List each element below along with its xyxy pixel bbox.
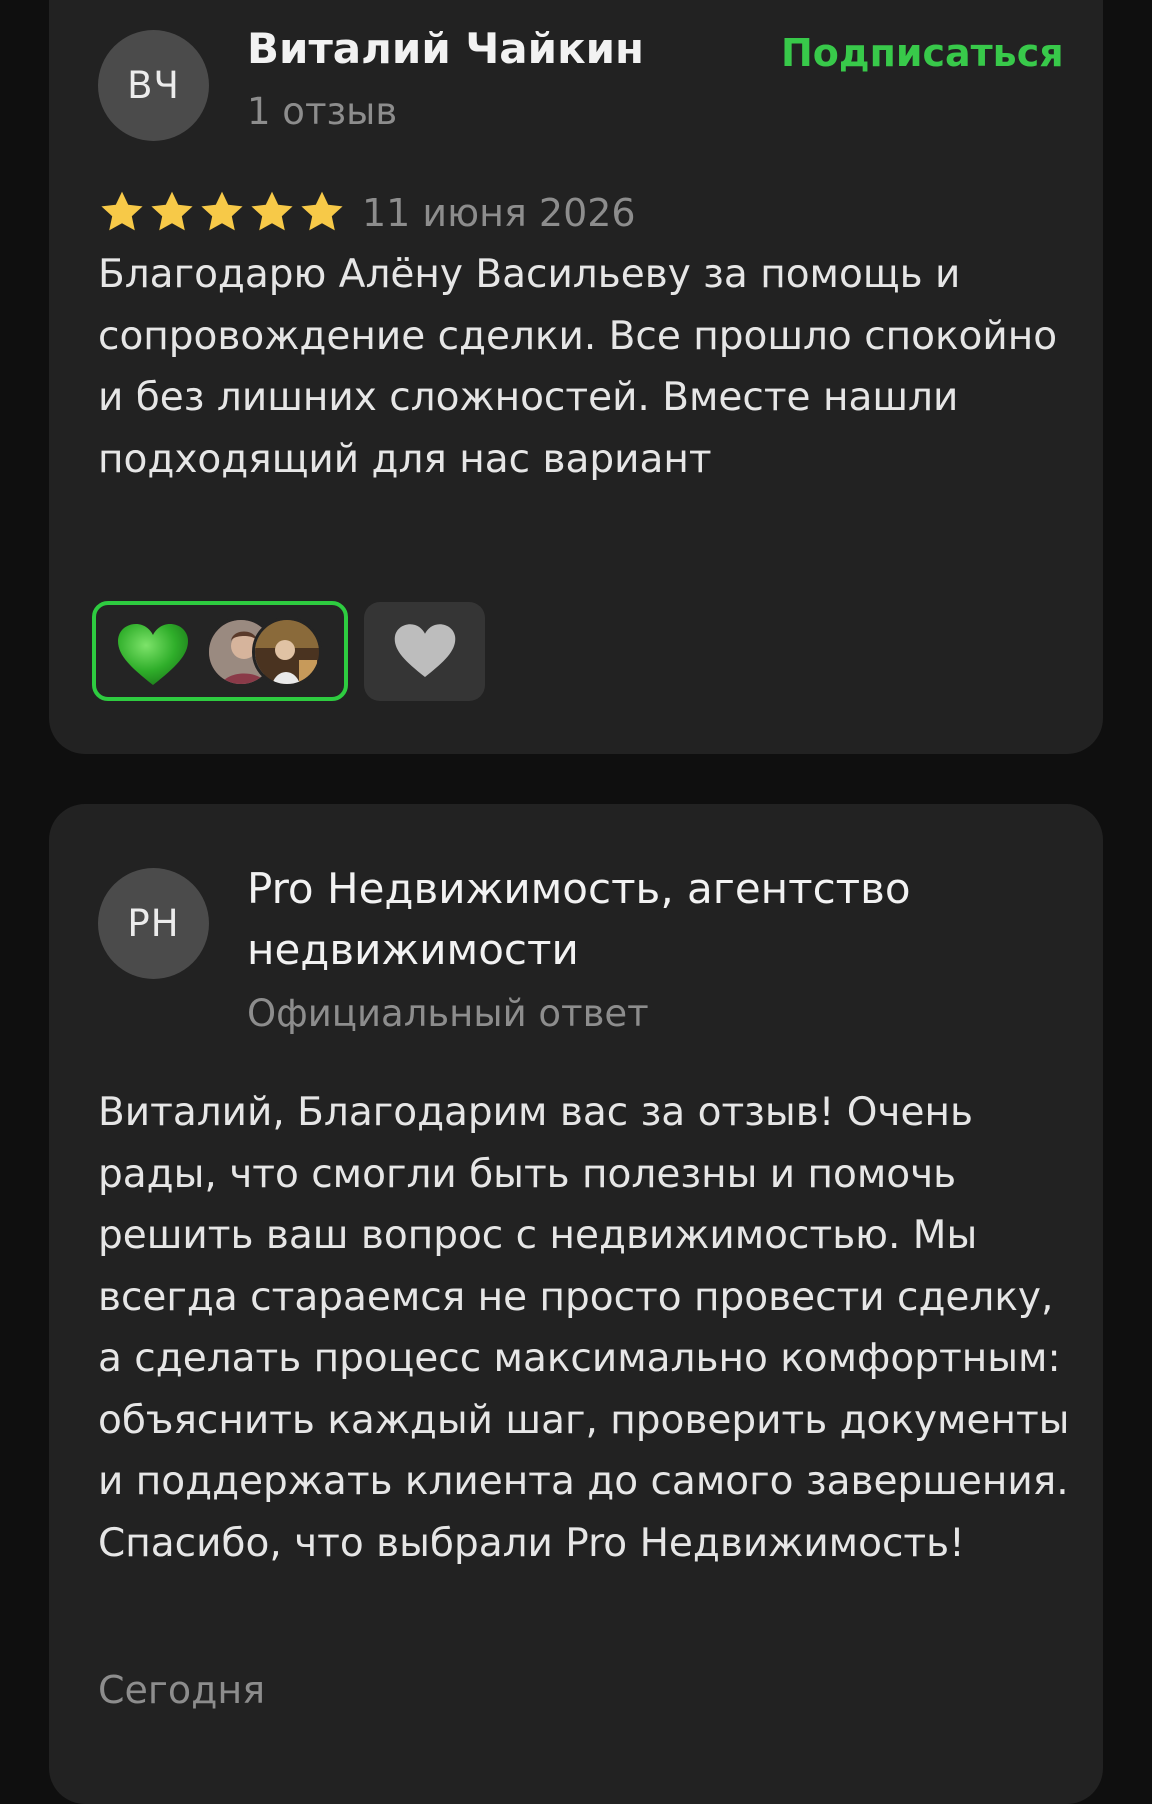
review-card: ВЧ Виталий Чайкин 1 отзыв Подписаться 11… <box>49 0 1103 754</box>
reaction-like-button[interactable] <box>364 601 485 701</box>
reactor-avatar <box>252 617 322 687</box>
star-icon <box>201 191 243 231</box>
subscribe-button[interactable]: Подписаться <box>781 31 1064 75</box>
star-icon <box>251 191 293 231</box>
star-icon <box>101 191 143 231</box>
reply-card: PH Pro Недвижимость, агентство недвижимо… <box>49 804 1103 1804</box>
review-date: 11 июня 2026 <box>362 191 636 235</box>
star-icon <box>151 191 193 231</box>
author-review-count: 1 отзыв <box>247 90 398 133</box>
star-icon <box>301 191 343 231</box>
rating-stars <box>98 188 346 236</box>
company-initials: PH <box>127 902 180 945</box>
company-avatar[interactable]: PH <box>98 868 209 979</box>
author-name[interactable]: Виталий Чайкин <box>247 24 644 73</box>
official-reply-label: Официальный ответ <box>247 992 649 1035</box>
green-heart-icon <box>118 624 188 685</box>
author-initials: ВЧ <box>127 64 180 107</box>
reaction-like-active[interactable] <box>92 601 348 701</box>
reactions-bar <box>92 601 485 701</box>
heart-icon <box>394 624 455 677</box>
author-avatar[interactable]: ВЧ <box>98 30 209 141</box>
reply-text: Виталий, Благодарим вас за отзыв! Очень … <box>98 1090 1070 1566</box>
review-text: Благодарю Алёну Васильеву за помощь и со… <box>98 252 1058 482</box>
reply-date: Сегодня <box>98 1668 266 1712</box>
company-name[interactable]: Pro Недвижимость, агентство недвижимости <box>247 858 1027 980</box>
